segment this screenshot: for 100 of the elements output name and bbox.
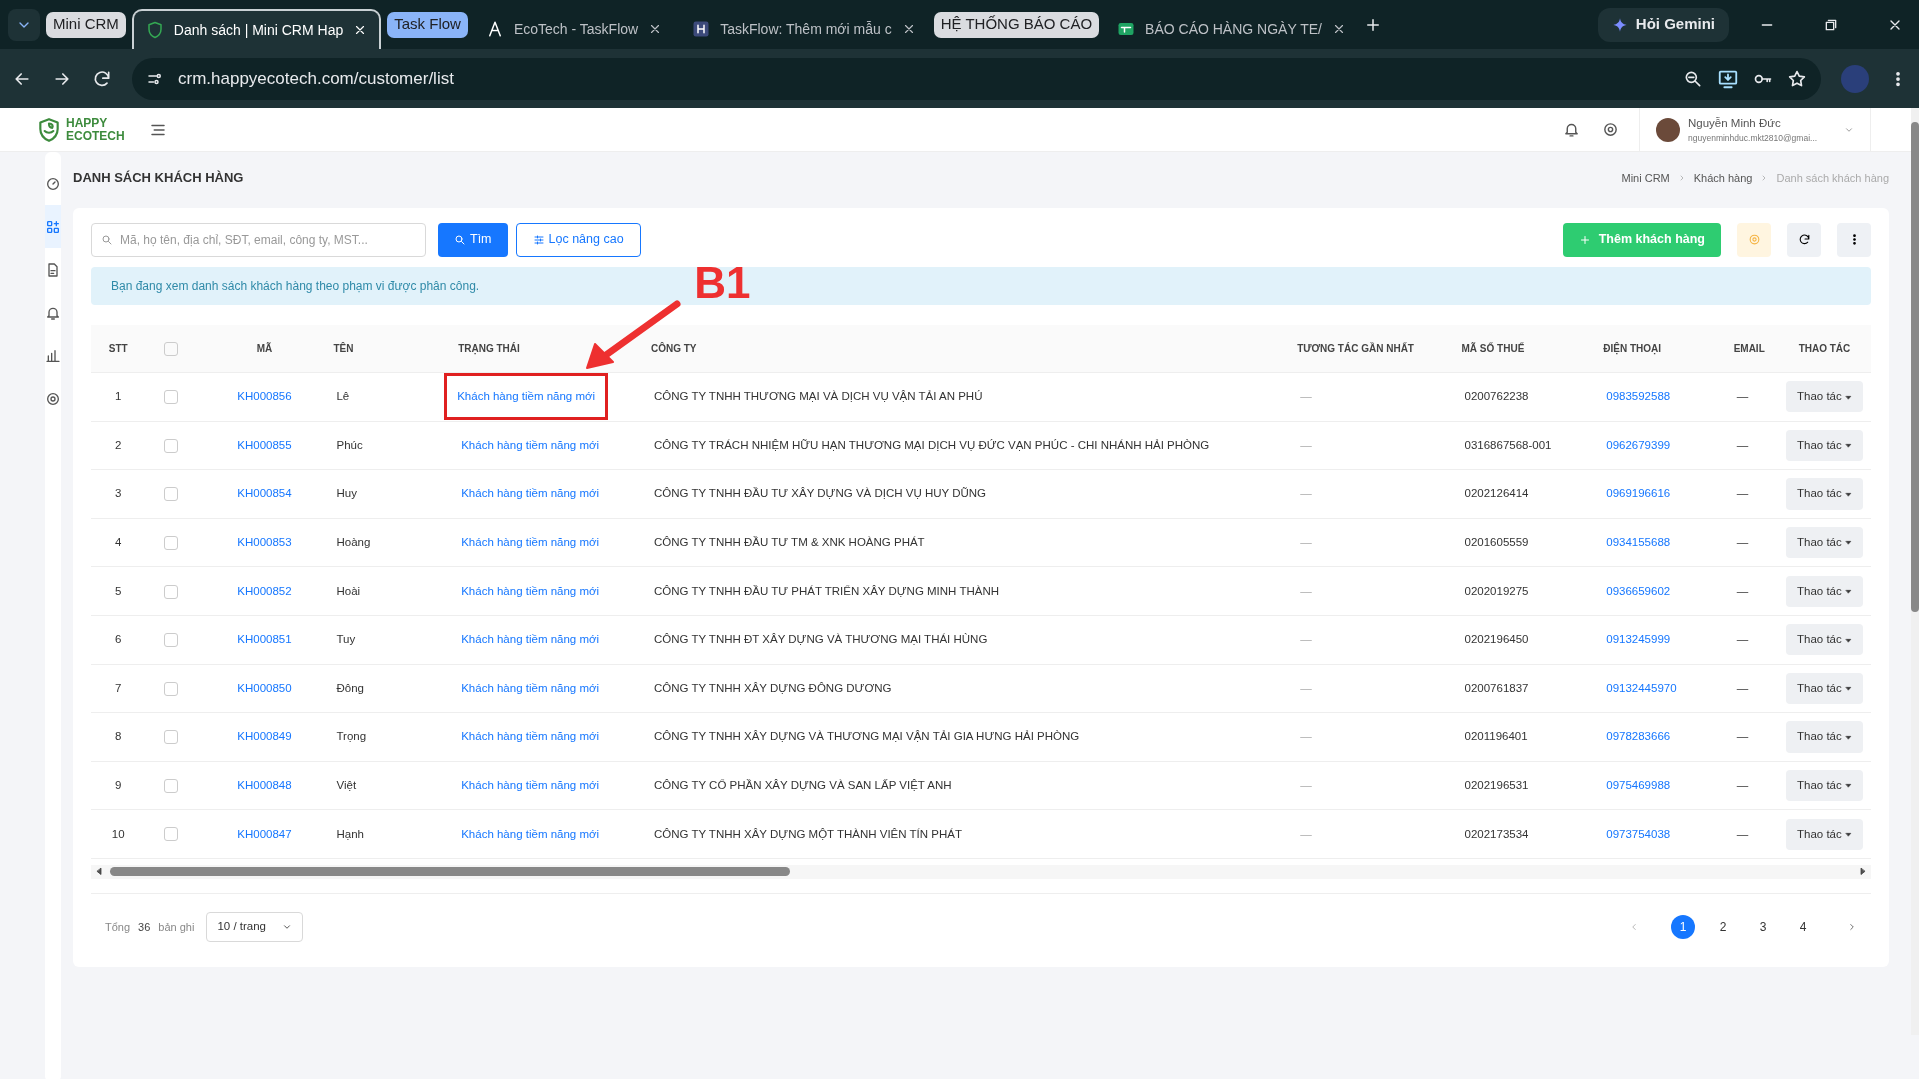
company-cell: CÔNG TY CỔ PHẦN XÂY DỰNG VÀ SAN LẤP VIỆT ANH bbox=[653, 778, 952, 791]
row-checkbox[interactable] bbox=[163, 438, 178, 453]
status-link[interactable]: Khách hàng tiềm năng mới bbox=[461, 825, 600, 843]
page-button[interactable]: 4 bbox=[1791, 914, 1815, 939]
table-cell: — bbox=[1736, 438, 1749, 451]
refresh-icon bbox=[1797, 233, 1811, 246]
customer-code-link[interactable]: KH000852 bbox=[237, 584, 292, 597]
phone-link[interactable]: 0962679399 bbox=[1606, 438, 1671, 451]
page-button[interactable]: 2 bbox=[1711, 914, 1735, 939]
user-menu[interactable]: Nguyễn Minh Đức nguyenminhduc.mkt2810@gmai... bbox=[1639, 107, 1871, 152]
browser-tab[interactable]: EcoTech - TaskFlow bbox=[473, 9, 675, 49]
page-size-select[interactable]: 10 / trang bbox=[206, 911, 303, 942]
tax-code-cell: 0200761837 bbox=[1464, 681, 1529, 694]
customer-code-link[interactable]: KH000854 bbox=[237, 487, 292, 500]
row-checkbox[interactable] bbox=[163, 730, 178, 745]
actions-dropdown[interactable]: Thao tác bbox=[1786, 381, 1863, 413]
phone-link[interactable]: 0969196616 bbox=[1606, 487, 1671, 500]
select-all-checkbox[interactable] bbox=[163, 341, 178, 356]
row-checkbox[interactable] bbox=[163, 584, 178, 599]
actions-dropdown[interactable]: Thao tác bbox=[1786, 429, 1863, 461]
page-scrollbar[interactable] bbox=[1911, 108, 1919, 1035]
table-cell: — bbox=[1736, 827, 1749, 840]
horizontal-scrollbar[interactable] bbox=[91, 864, 1871, 879]
phone-link[interactable]: 0973754038 bbox=[1606, 827, 1671, 840]
actions-dropdown[interactable]: Thao tác bbox=[1786, 624, 1863, 656]
advanced-filter-button[interactable]: Lọc nâng cao bbox=[515, 222, 641, 257]
actions-dropdown[interactable]: Thao tác bbox=[1786, 526, 1863, 559]
table-cell: — bbox=[1300, 633, 1312, 646]
column-header: ĐIỆN THOẠI bbox=[1603, 342, 1662, 354]
row-checkbox[interactable] bbox=[163, 827, 178, 842]
phone-link[interactable]: 0913245999 bbox=[1606, 633, 1671, 646]
row-checkbox[interactable] bbox=[163, 535, 178, 550]
status-link[interactable]: Khách hàng tiềm năng mới bbox=[461, 776, 600, 795]
status-link[interactable]: Khách hàng tiềm năng mới bbox=[461, 533, 600, 552]
bookmark-star-icon[interactable] bbox=[1787, 68, 1807, 89]
status-link[interactable]: Khách hàng tiềm năng mới bbox=[461, 728, 600, 746]
sidebar-item[interactable] bbox=[45, 205, 61, 248]
company-cell: CÔNG TY TRÁCH NHIỆM HỮU HẠN THƯƠNG MẠI DỊCH VỤ ĐỨC VẠN PHÚC - CHI NHÁNH HẢI PHÒNG bbox=[653, 438, 1210, 451]
customer-code-link[interactable]: KH000855 bbox=[237, 438, 292, 451]
shield-icon bbox=[145, 21, 164, 39]
phone-link[interactable]: 0978283666 bbox=[1606, 730, 1671, 743]
customer-code-link[interactable]: KH000848 bbox=[237, 778, 292, 791]
row-checkbox[interactable] bbox=[163, 778, 178, 793]
status-link[interactable]: Khách hàng tiềm năng mới bbox=[461, 679, 600, 697]
letter-icon bbox=[692, 20, 711, 38]
row-number: 5 bbox=[115, 584, 122, 597]
status-link[interactable]: Khách hàng tiềm năng mới bbox=[461, 631, 600, 649]
customer-code-link[interactable]: KH000847 bbox=[237, 827, 292, 840]
tax-code-cell: 0316867568-001 bbox=[1464, 438, 1552, 451]
row-number: 7 bbox=[115, 681, 122, 694]
browser-tab[interactable]: BÁO CÁO HÀNG NGÀY TE/ bbox=[1105, 9, 1358, 49]
customer-code-link[interactable]: KH000856 bbox=[237, 390, 292, 403]
status-link[interactable]: Khách hàng tiềm năng mới bbox=[461, 582, 600, 600]
breadcrumb-link[interactable]: Khách hàng bbox=[1693, 169, 1753, 186]
search-field[interactable]: Mã, họ tên, địa chỉ, SĐT, email, công ty, MST... bbox=[91, 222, 426, 257]
row-checkbox[interactable] bbox=[163, 390, 178, 405]
phone-link[interactable]: 0934155688 bbox=[1606, 535, 1671, 548]
tab-group-label[interactable]: HỆ THỐNG BÁO CÁO bbox=[933, 11, 1100, 38]
row-checkbox[interactable] bbox=[163, 633, 178, 648]
phone-link[interactable]: 09132445970 bbox=[1606, 681, 1677, 694]
phone-link[interactable]: 0975469988 bbox=[1606, 778, 1671, 791]
bell-icon[interactable] bbox=[1563, 121, 1580, 138]
table-cell: Việt bbox=[336, 778, 357, 791]
actions-dropdown[interactable]: Thao tác bbox=[1786, 672, 1863, 704]
address-bar[interactable]: crm.happyecotech.com/customer/list bbox=[132, 57, 1821, 100]
status-link[interactable]: Khách hàng tiềm năng mới bbox=[447, 376, 606, 418]
customer-code-link[interactable]: KH000849 bbox=[237, 730, 292, 743]
actions-dropdown[interactable]: Thao tác bbox=[1786, 575, 1863, 607]
search-button[interactable]: Tìm bbox=[438, 222, 508, 257]
document-icon bbox=[45, 261, 61, 278]
status-link[interactable]: Khách hàng tiềm năng mới bbox=[461, 485, 600, 503]
customer-code-link[interactable]: KH000850 bbox=[237, 681, 292, 694]
reload-icon[interactable] bbox=[92, 68, 112, 89]
tax-code-cell: 0202196531 bbox=[1464, 778, 1529, 791]
table-cell: — bbox=[1736, 390, 1749, 403]
gemini-button[interactable]: Hỏi Gemini bbox=[1597, 7, 1729, 42]
page-button[interactable]: 1 bbox=[1671, 914, 1695, 939]
browser-tab[interactable]: Danh sách | Mini CRM Hap bbox=[131, 9, 382, 49]
page-button[interactable]: 3 bbox=[1751, 914, 1775, 939]
user-name: Nguyễn Minh Đức bbox=[1688, 115, 1782, 131]
phone-link[interactable]: 0936659602 bbox=[1606, 584, 1671, 597]
browser-tab[interactable]: TaskFlow: Thêm mới mẫu c bbox=[680, 9, 928, 49]
customer-code-link[interactable]: KH000853 bbox=[237, 535, 292, 548]
phone-link[interactable]: 0983592588 bbox=[1606, 390, 1671, 403]
refresh-button[interactable] bbox=[1787, 222, 1821, 257]
actions-dropdown[interactable]: Thao tác bbox=[1786, 721, 1863, 753]
actions-dropdown[interactable]: Thao tác bbox=[1786, 769, 1863, 802]
row-checkbox[interactable] bbox=[163, 681, 178, 696]
breadcrumb-link[interactable]: Mini CRM bbox=[1621, 169, 1670, 186]
actions-dropdown[interactable]: Thao tác bbox=[1786, 478, 1863, 510]
customer-code-link[interactable]: KH000851 bbox=[237, 633, 292, 646]
actions-dropdown[interactable]: Thao tác bbox=[1786, 818, 1863, 850]
tab-group-label[interactable]: Task Flow bbox=[387, 11, 468, 38]
settings-icon[interactable] bbox=[1602, 121, 1619, 138]
column-header: TƯƠNG TÁC GẦN NHẤT bbox=[1297, 342, 1414, 354]
tab-group-label[interactable]: Mini CRM bbox=[46, 11, 126, 38]
next-page-icon[interactable] bbox=[1847, 921, 1857, 932]
table-cell: — bbox=[1300, 438, 1312, 451]
row-checkbox[interactable] bbox=[163, 487, 178, 502]
status-link[interactable]: Khách hàng tiềm năng mới bbox=[461, 436, 600, 454]
